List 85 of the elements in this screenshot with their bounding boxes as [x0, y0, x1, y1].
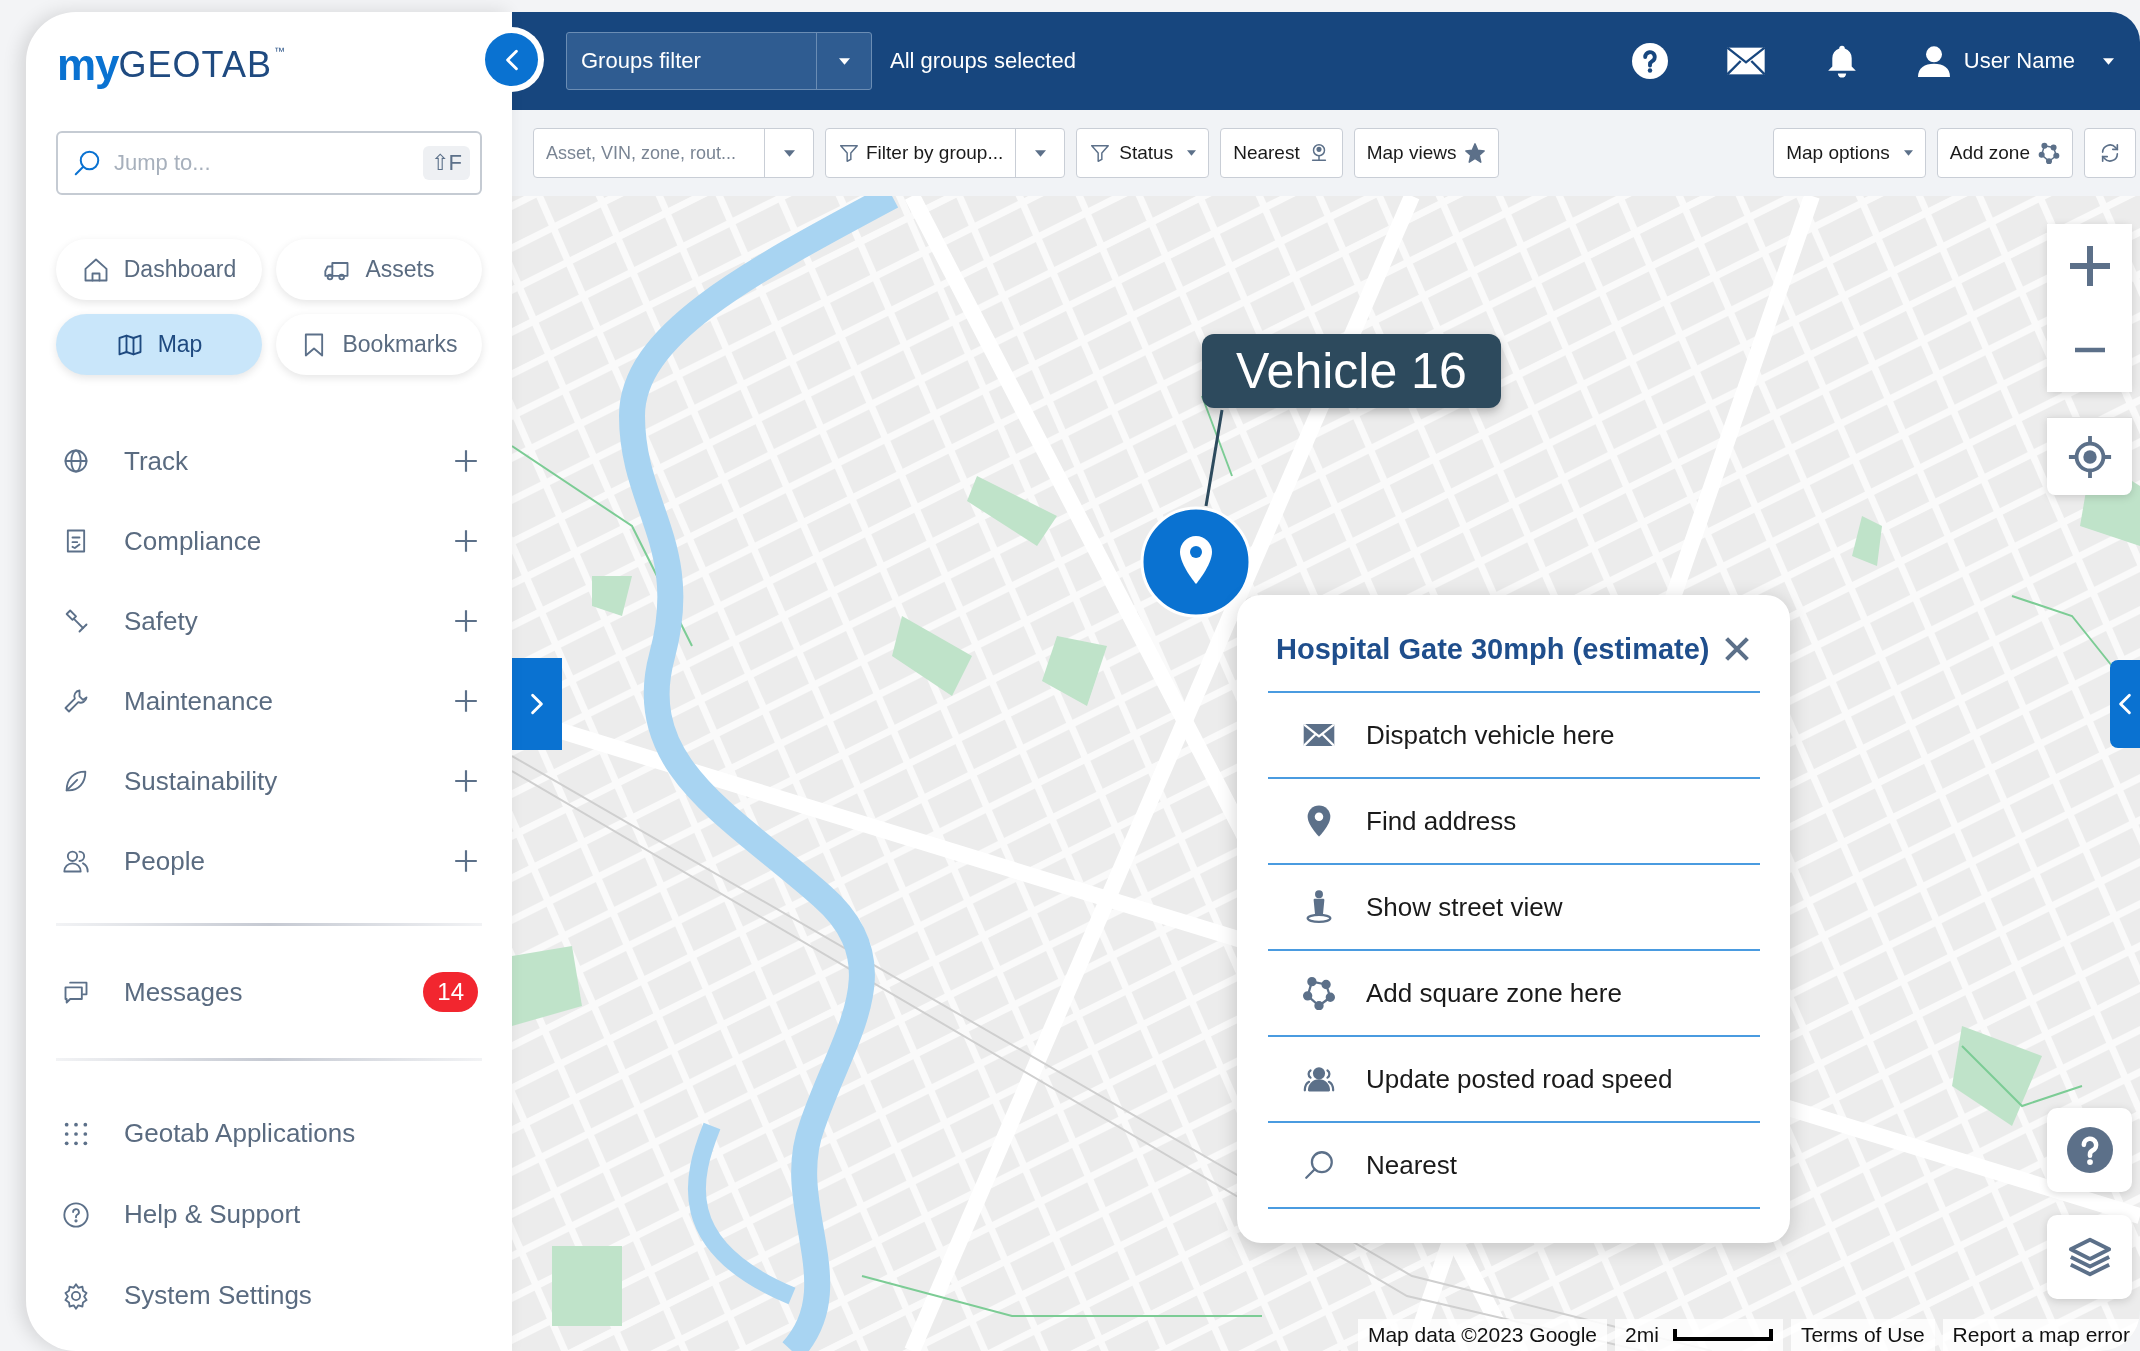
caret-icon [1034, 149, 1046, 157]
toolbar-button[interactable]: Filter by group... [825, 128, 1066, 178]
nav-item[interactable]: Safety [56, 597, 198, 645]
count-badge: 14 [423, 972, 478, 1012]
chevron-left-icon [2118, 693, 2132, 715]
nodes-icon [1302, 976, 1336, 1010]
nav-item[interactable]: Track [56, 437, 189, 485]
close-icon[interactable] [1724, 636, 1750, 662]
park-area [1042, 636, 1107, 706]
park-area [592, 576, 632, 616]
search-icon [1302, 1148, 1336, 1182]
groups-dropdown[interactable]: Groups filter [566, 32, 872, 90]
popup-title: Hospital Gate 30mph (estimate) [1276, 632, 1710, 666]
plus-icon[interactable] [454, 609, 478, 633]
layers-button[interactable] [2047, 1215, 2132, 1299]
vehicle-label: Vehicle 16 [1202, 334, 1501, 408]
toolbar-button[interactable]: Add zone [1936, 128, 2073, 178]
nav-pill[interactable]: Map [56, 314, 262, 375]
help-icon [2066, 1127, 2113, 1173]
nodes-icon [2038, 142, 2060, 164]
nav-pill[interactable]: Dashboard [56, 239, 262, 300]
user-menu[interactable]: User Name [1917, 44, 2114, 78]
plus-icon[interactable] [454, 529, 478, 553]
logo: myGEOTAB™ [56, 45, 286, 91]
groups-status: All groups selected [890, 48, 1076, 74]
shortcut-key: ⇧F [422, 146, 470, 180]
refresh-button[interactable] [2084, 128, 2136, 178]
nav-item[interactable]: Sustainability [56, 757, 278, 805]
nav-pill[interactable]: Bookmarks [276, 314, 482, 375]
chevron-right-icon [530, 693, 544, 715]
nav-item[interactable]: Compliance [56, 517, 262, 565]
locate-button[interactable] [2047, 417, 2132, 495]
help-icon [62, 1200, 90, 1229]
caret-icon [1187, 150, 1197, 156]
plus-icon[interactable] [454, 849, 478, 873]
map-pin-icon[interactable] [1140, 506, 1252, 618]
plus-icon[interactable] [454, 769, 478, 793]
nav-item[interactable]: Maintenance [56, 677, 273, 725]
star-icon [1464, 142, 1487, 164]
caret-icon [1903, 150, 1913, 156]
toolbar-button[interactable]: Map views [1353, 128, 1500, 178]
help-button[interactable] [2047, 1108, 2132, 1192]
toolbar-button[interactable]: Status [1076, 128, 1210, 178]
map-link[interactable]: Terms of Use [1790, 1319, 1935, 1351]
menu-item[interactable]: Add square zone here [1268, 951, 1760, 1037]
plus-icon[interactable] [454, 449, 478, 473]
menu-item[interactable]: Show street view [1268, 865, 1760, 951]
toolbar-button[interactable]: Map options [1773, 128, 1926, 178]
globe-icon [62, 447, 90, 475]
scale-label: 2mi [1625, 1323, 1659, 1347]
refresh-icon [2099, 142, 2121, 164]
caret-icon [838, 57, 850, 65]
menu-item[interactable]: Find address [1268, 779, 1760, 865]
attribution-text: Map data ©2023 Google [1357, 1319, 1608, 1351]
toolbar-button[interactable]: Nearest [1220, 128, 1343, 178]
menu-item[interactable]: Dispatch vehicle here [1268, 693, 1760, 779]
envelope-icon[interactable] [1725, 46, 1766, 76]
menu-item[interactable]: Update posted road speed [1268, 1037, 1760, 1123]
nav-item[interactable]: People [56, 837, 205, 885]
zoom-in-button[interactable] [2047, 224, 2132, 308]
search-input[interactable]: Asset, VIN, zone, rout... [534, 141, 764, 165]
wrench-icon [62, 687, 90, 715]
nav-pill[interactable]: Assets [276, 239, 482, 300]
chevron-left-icon [504, 48, 519, 71]
crosshair-icon [2066, 433, 2113, 480]
search-icon [72, 148, 102, 178]
map-link[interactable]: Report a map error [1942, 1319, 2140, 1351]
user-icon [1917, 44, 1950, 78]
help-icon[interactable] [1631, 43, 1668, 79]
plus-icon [2069, 246, 2110, 286]
caret-icon [2103, 57, 2114, 65]
plus-icon[interactable] [454, 689, 478, 713]
settings-icon [62, 1281, 90, 1310]
nav-item[interactable]: Geotab Applications [56, 1109, 356, 1158]
nav-item[interactable]: System Settings [56, 1271, 312, 1320]
nav-item[interactable]: Help & Support [56, 1190, 301, 1239]
search-field[interactable]: Asset, VIN, zone, rout... [533, 128, 814, 178]
nav-item[interactable]: Messages [56, 968, 243, 1016]
caret-icon [783, 149, 795, 157]
menu-item[interactable]: Nearest [1268, 1123, 1760, 1209]
funnel-icon [838, 142, 860, 164]
search-field[interactable]: Jump to... ⇧F [56, 131, 482, 195]
expand-tab[interactable] [2110, 660, 2140, 748]
funnel-icon [1089, 142, 1112, 164]
park-area [1852, 516, 1882, 566]
